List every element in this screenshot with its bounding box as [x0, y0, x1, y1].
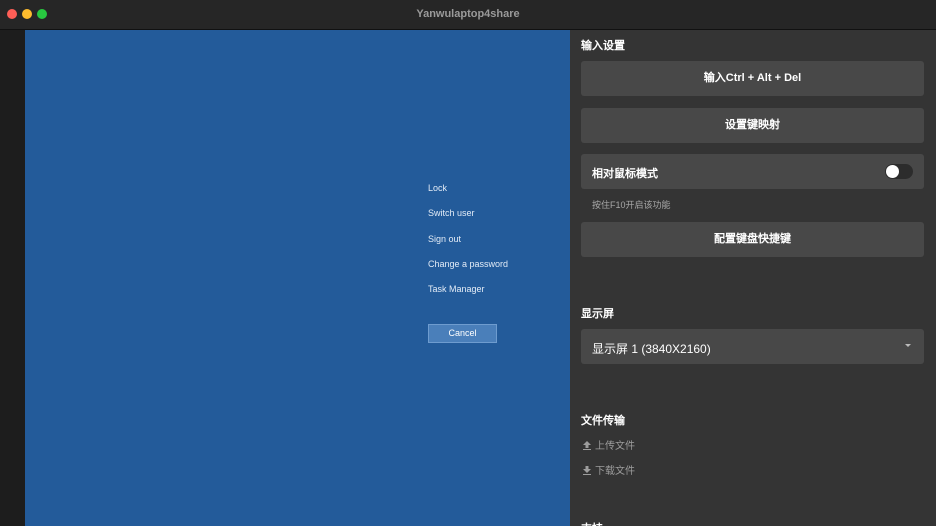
left-edge-strip — [0, 30, 25, 526]
remote-desktop-view[interactable]: Lock Switch user Sign out Change a passw… — [25, 30, 570, 526]
cancel-button[interactable]: Cancel — [428, 324, 497, 343]
switch-user-option[interactable]: Switch user — [428, 206, 568, 231]
upload-file-button[interactable]: 上传文件 — [583, 437, 635, 452]
relative-mouse-row: 相对鼠标模式 — [581, 154, 924, 189]
window-title: Yanwulaptop4share — [416, 8, 520, 20]
upload-file-label: 上传文件 — [595, 441, 635, 452]
relative-mouse-label: 相对鼠标模式 — [592, 168, 658, 180]
task-manager-option[interactable]: Task Manager — [428, 282, 568, 307]
display-section-title: 显示屏 — [581, 308, 614, 320]
toggle-knob — [886, 165, 899, 178]
lock-option[interactable]: Lock — [428, 181, 568, 206]
download-file-button[interactable]: 下载文件 — [583, 462, 635, 477]
download-icon — [583, 466, 591, 475]
display-select[interactable]: 显示屏 1 (3840X2160) — [581, 329, 924, 364]
dropdown-caret-icon — [905, 344, 911, 347]
support-section-title: 支持 — [581, 520, 603, 526]
security-options-menu: Lock Switch user Sign out Change a passw… — [428, 181, 568, 307]
display-select-value: 显示屏 1 (3840X2160) — [592, 342, 711, 356]
send-ctrl-alt-del-button[interactable]: 输入Ctrl + Alt + Del — [581, 61, 924, 96]
window-titlebar: Yanwulaptop4share — [0, 0, 936, 30]
relative-mouse-hint: 按住F10开启该功能 — [592, 200, 671, 210]
download-file-label: 下载文件 — [595, 466, 635, 477]
key-mapping-button[interactable]: 设置键映射 — [581, 108, 924, 143]
keyboard-shortcuts-button[interactable]: 配置键盘快捷键 — [581, 222, 924, 257]
relative-mouse-toggle[interactable] — [885, 164, 913, 179]
change-password-option[interactable]: Change a password — [428, 257, 568, 282]
input-settings-title: 输入设置 — [581, 40, 625, 52]
sign-out-option[interactable]: Sign out — [428, 232, 568, 257]
file-transfer-title: 文件传输 — [581, 415, 625, 427]
control-side-panel: 输入设置 输入Ctrl + Alt + Del 设置键映射 相对鼠标模式 按住F… — [570, 30, 936, 526]
upload-icon — [583, 441, 591, 450]
